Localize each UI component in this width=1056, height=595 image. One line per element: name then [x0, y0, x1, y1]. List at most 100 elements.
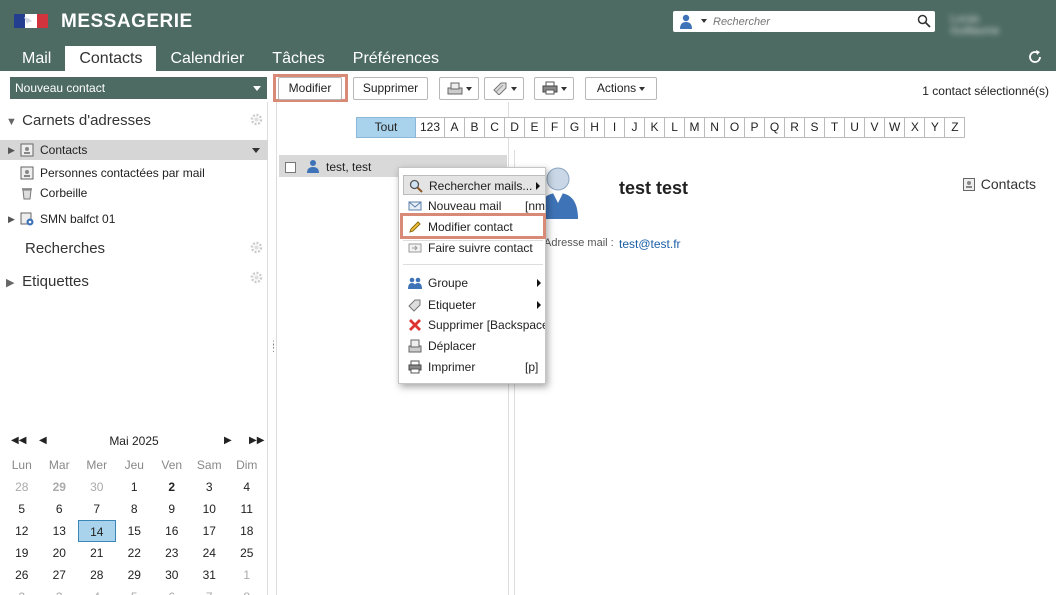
address-books-header[interactable]: ▼ Carnets d'adresses [6, 112, 151, 129]
calendar-day[interactable]: 6 [153, 586, 191, 595]
actions-button[interactable]: Actions [585, 77, 657, 100]
calendar-day[interactable]: 3 [191, 476, 229, 498]
modifier-button[interactable]: Modifier [278, 77, 342, 100]
chevron-down-icon[interactable] [252, 148, 260, 153]
calendar-day[interactable]: 7 [191, 586, 229, 595]
calendar-day[interactable]: 26 [3, 564, 41, 586]
tab-mail[interactable]: Mail [8, 46, 65, 71]
alpha-filter-letter[interactable]: G [565, 117, 586, 138]
calendar-day[interactable]: 30 [78, 476, 116, 498]
menu-item-move[interactable]: Déplacer [403, 336, 545, 356]
expand-triangle-icon[interactable]: ▶ [8, 209, 15, 229]
alpha-filter-letter[interactable]: H [585, 117, 606, 138]
calendar-day[interactable]: 13 [41, 520, 79, 542]
calendar-day[interactable]: 18 [228, 520, 266, 542]
alpha-filter-letter[interactable]: Z [945, 117, 966, 138]
calendar-day[interactable]: 21 [78, 542, 116, 564]
calendar-day[interactable]: 20 [41, 542, 79, 564]
calendar-day[interactable]: 8 [228, 586, 266, 595]
alpha-filter-letter[interactable]: E [525, 117, 546, 138]
alpha-filter-letter[interactable]: Q [765, 117, 786, 138]
calendar-day[interactable]: 27 [41, 564, 79, 586]
alpha-filter-letter[interactable]: M [685, 117, 706, 138]
calendar-day[interactable]: 28 [3, 476, 41, 498]
searches-header[interactable]: Recherches [25, 240, 105, 257]
refresh-icon[interactable] [1026, 48, 1044, 66]
calendar-day[interactable]: 31 [191, 564, 229, 586]
calendar-day-today[interactable]: 14 [78, 520, 116, 542]
alpha-filter-letter[interactable]: X [905, 117, 926, 138]
tab-tasks[interactable]: Tâches [258, 46, 338, 71]
calendar-day[interactable]: 8 [116, 498, 154, 520]
menu-item-search-mails[interactable]: Rechercher mails... [403, 175, 545, 195]
calendar-day[interactable]: 23 [153, 542, 191, 564]
tab-preferences[interactable]: Préférences [339, 46, 453, 71]
alpha-filter-letter[interactable]: N [705, 117, 726, 138]
alpha-filter-letter[interactable]: S [805, 117, 826, 138]
calendar-day[interactable]: 9 [153, 498, 191, 520]
alpha-filter-letter[interactable]: V [865, 117, 886, 138]
calendar-day[interactable]: 5 [3, 498, 41, 520]
calendar-day[interactable]: 19 [3, 542, 41, 564]
expand-triangle-icon[interactable]: ▶ [8, 140, 15, 160]
alpha-filter-letter[interactable]: F [545, 117, 566, 138]
gear-icon[interactable] [250, 113, 263, 126]
menu-item-forward-contact[interactable]: Faire suivre contact [403, 238, 545, 258]
print-button[interactable] [534, 77, 574, 100]
alpha-filter-letter[interactable]: W [885, 117, 906, 138]
alpha-filter-letter[interactable]: K [645, 117, 666, 138]
search-input[interactable] [713, 12, 913, 31]
next-month-icon[interactable]: ▶ [224, 435, 232, 446]
calendar-day[interactable]: 12 [3, 520, 41, 542]
contact-checkbox[interactable] [285, 162, 296, 173]
alpha-filter-letter[interactable]: O [725, 117, 746, 138]
calendar-day[interactable]: 3 [41, 586, 79, 595]
calendar-day[interactable]: 22 [116, 542, 154, 564]
calendar-day[interactable]: 1 [116, 476, 154, 498]
tab-calendar[interactable]: Calendrier [156, 46, 258, 71]
alpha-filter-123[interactable]: 123 [416, 117, 446, 138]
alpha-filter-letter[interactable]: J [625, 117, 646, 138]
next-year-icon[interactable]: ▶▶ [249, 435, 264, 446]
contact-search-scope-icon[interactable] [677, 13, 709, 30]
alpha-filter-letter[interactable]: D [505, 117, 526, 138]
calendar-day[interactable]: 4 [228, 476, 266, 498]
calendar-day[interactable]: 10 [191, 498, 229, 520]
calendar-day[interactable]: 28 [78, 564, 116, 586]
alpha-filter-letter[interactable]: T [825, 117, 846, 138]
calendar-day[interactable]: 30 [153, 564, 191, 586]
menu-item-delete[interactable]: Supprimer [Backspace] [403, 315, 545, 335]
calendar-day[interactable]: 7 [78, 498, 116, 520]
calendar-day[interactable]: 17 [191, 520, 229, 542]
calendar-day[interactable]: 24 [191, 542, 229, 564]
calendar-day[interactable]: 2 [3, 586, 41, 595]
menu-item-tag[interactable]: Etiqueter [403, 295, 545, 315]
calendar-day[interactable]: 29 [41, 476, 79, 498]
labels-header[interactable]: ▶ Etiquettes [6, 273, 89, 290]
email-link[interactable]: test@test.fr [619, 237, 681, 251]
alpha-filter-letter[interactable]: I [605, 117, 626, 138]
new-contact-dropdown[interactable]: Nouveau contact [10, 77, 267, 99]
calendar-day[interactable]: 6 [41, 498, 79, 520]
calendar-day[interactable]: 11 [228, 498, 266, 520]
menu-item-group[interactable]: Groupe [403, 273, 545, 293]
sidebar-item-contacts[interactable]: ▶ Contacts [0, 140, 268, 160]
alpha-filter-letter[interactable]: L [665, 117, 686, 138]
calendar-day[interactable]: 16 [153, 520, 191, 542]
gear-icon[interactable] [250, 241, 263, 254]
calendar-day[interactable]: 2 [153, 476, 191, 498]
tab-contacts[interactable]: Contacts [65, 46, 157, 71]
alpha-filter-letter[interactable]: R [785, 117, 806, 138]
calendar-day[interactable]: 4 [78, 586, 116, 595]
alpha-filter-letter[interactable]: U [845, 117, 866, 138]
calendar-day[interactable]: 5 [116, 586, 154, 595]
alpha-filter-letter[interactable]: C [485, 117, 506, 138]
calendar-day[interactable]: 15 [116, 520, 154, 542]
gear-icon[interactable] [250, 271, 263, 284]
menu-item-print[interactable]: Imprimer [p] [403, 357, 545, 377]
calendar-day[interactable]: 29 [116, 564, 154, 586]
alpha-filter-letter[interactable]: B [465, 117, 486, 138]
pane-splitter-handle[interactable]: ⋮ ⋮ [269, 340, 278, 356]
calendar-day[interactable]: 25 [228, 542, 266, 564]
move-button[interactable] [439, 77, 479, 100]
